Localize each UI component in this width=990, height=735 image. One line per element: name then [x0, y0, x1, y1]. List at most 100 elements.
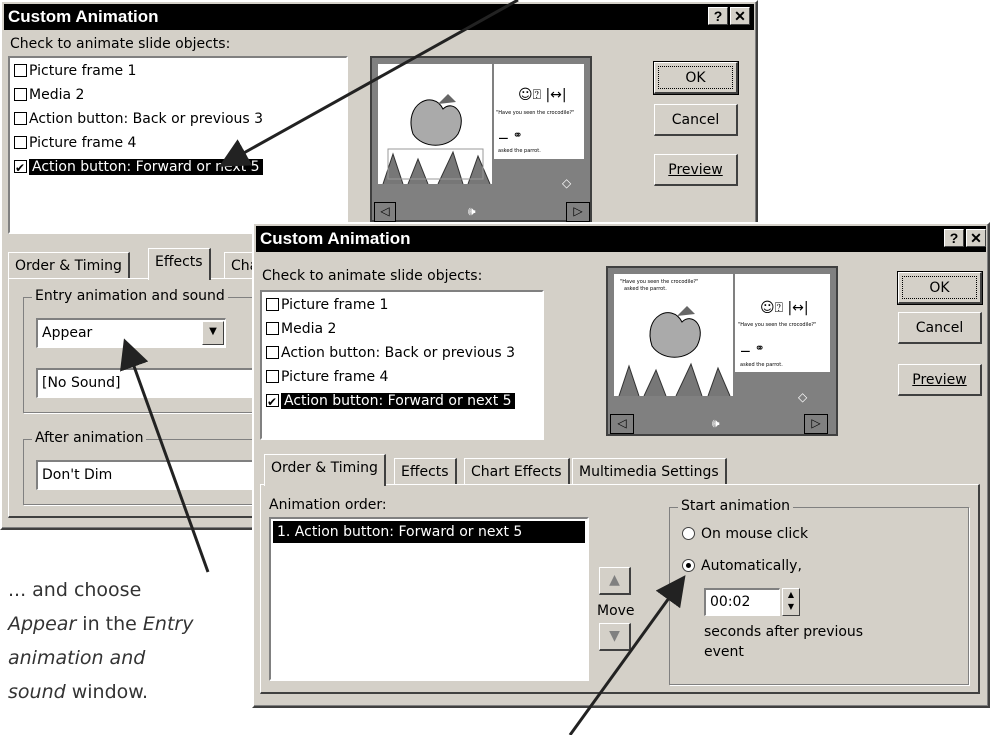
front-tab-effects[interactable]: Effects — [394, 458, 457, 486]
radio-label: On mouse click — [701, 526, 809, 542]
front-tab-multimedia[interactable]: Multimedia Settings — [572, 458, 727, 486]
front-preview-button[interactable]: Preview — [898, 364, 982, 396]
item-label: Picture frame 1 — [29, 63, 137, 79]
move-up-button[interactable]: ▲ — [599, 567, 631, 595]
front-nav-right-icon[interactable]: ▷ — [804, 414, 828, 434]
caption-line: ... and choose — [8, 579, 142, 601]
item-label: Action button: Back or previous 3 — [281, 345, 516, 361]
parrot-illustration: "Have you seen the crocodile?" asked the… — [614, 274, 830, 396]
front-help-button[interactable]: ? — [944, 229, 964, 247]
front-object-item[interactable]: Picture frame 1 — [266, 294, 388, 316]
move-down-button[interactable]: ▼ — [599, 623, 631, 651]
item-label: Action button: Back or previous 3 — [29, 111, 264, 127]
back-tab-order-timing[interactable]: Order & Timing — [8, 252, 130, 280]
checkbox[interactable] — [266, 322, 279, 335]
checkbox[interactable] — [266, 346, 279, 359]
front-object-item-selected[interactable]: Action button: Forward or next 5 — [266, 390, 515, 413]
radio-button[interactable] — [682, 527, 695, 540]
preview-label: Preview — [912, 372, 967, 388]
entry-animation-select[interactable]: Appear ▼ — [36, 318, 226, 348]
front-nav-left-icon[interactable]: ◁ — [610, 414, 634, 434]
seconds-spinner[interactable]: ▲ ▼ — [782, 588, 800, 616]
animation-order-list[interactable]: 1. Action button: Forward or next 5 — [269, 517, 589, 681]
back-object-item[interactable]: Picture frame 1 — [14, 60, 136, 82]
caption-line: in the — [76, 613, 143, 635]
sound-value: [No Sound] — [42, 375, 121, 391]
order-list-item-selected[interactable]: 1. Action button: Forward or next 5 — [273, 521, 585, 543]
front-object-item[interactable]: Media 2 — [266, 318, 336, 340]
play-diamond-icon: ◇ — [562, 176, 572, 190]
svg-text:"Have you seen the crocodil: "Have you seen the crocodile?" — [738, 322, 816, 328]
back-nav-right-icon[interactable]: ▷ — [566, 202, 590, 222]
svg-text:asked the parrot.: asked the parrot. — [740, 362, 783, 368]
entry-animation-value: Appear — [42, 325, 93, 341]
start-animation-group: Start animation On mouse click Automatic… — [669, 498, 969, 685]
chevron-down-icon[interactable]: ▼ — [202, 321, 224, 345]
front-ok-button[interactable]: OK — [897, 271, 983, 305]
speaker-icon: 🕪 — [468, 204, 476, 218]
back-ok-button[interactable]: OK — [653, 61, 739, 95]
after-animation-value: Don't Dim — [42, 467, 113, 483]
back-close-button[interactable]: ✕ — [730, 7, 750, 25]
front-slide-preview: "Have you seen the crocodile?" asked the… — [606, 266, 838, 436]
start-animation-legend: Start animation — [678, 498, 794, 514]
svg-text:asked the parrot.: asked the parrot. — [624, 286, 667, 292]
checkbox[interactable] — [14, 112, 27, 125]
radio-button[interactable] — [682, 559, 695, 572]
checkbox[interactable] — [266, 370, 279, 383]
checkbox[interactable] — [14, 88, 27, 101]
parrot-illustration: ☺⍰ |↔| "Have you seen the crocodile?" ⚊ … — [378, 64, 584, 184]
front-objects-list[interactable]: Picture frame 1 Media 2 Action button: B… — [260, 290, 544, 440]
item-label: Action button: Forward or next 5 — [281, 393, 515, 409]
slide-thumbnail: "Have you seen the crocodile?" asked the… — [614, 274, 830, 396]
svg-text:☺⍰ |↔|: ☺⍰ |↔| — [760, 300, 809, 316]
svg-text:⚊ ⚭: ⚊ ⚭ — [498, 128, 523, 142]
back-objects-label: Check to animate slide objects: — [10, 36, 231, 52]
back-cancel-button[interactable]: Cancel — [654, 104, 738, 136]
back-nav-left-icon[interactable]: ◁ — [374, 202, 396, 222]
back-object-item[interactable]: Picture frame 4 — [14, 132, 136, 154]
svg-text:☺⍰ |↔|: ☺⍰ |↔| — [518, 87, 567, 103]
front-tab-chart-effects[interactable]: Chart Effects — [464, 458, 570, 486]
play-diamond-icon: ◇ — [798, 390, 808, 404]
item-label: Media 2 — [29, 87, 85, 103]
item-label: Picture frame 1 — [281, 297, 389, 313]
back-preview-button[interactable]: Preview — [654, 154, 738, 186]
back-help-button[interactable]: ? — [708, 7, 728, 25]
caption-em: sound — [8, 681, 66, 703]
entry-animation-legend: Entry animation and sound — [32, 288, 228, 304]
slide-thumbnail: ☺⍰ |↔| "Have you seen the crocodile?" ⚊ … — [378, 64, 584, 184]
checkbox[interactable] — [14, 64, 27, 77]
front-close-button[interactable]: ✕ — [966, 229, 986, 247]
animation-order-label: Animation order: — [269, 497, 387, 513]
caption-text: ... and choose Appear in the Entry anima… — [8, 573, 248, 709]
back-object-item[interactable]: Action button: Back or previous 3 — [14, 108, 263, 130]
checkbox[interactable] — [266, 298, 279, 311]
back-object-item-selected[interactable]: Action button: Forward or next 5 — [14, 156, 263, 179]
radio-on-mouse-click[interactable]: On mouse click — [682, 526, 808, 542]
checkbox[interactable] — [266, 391, 279, 413]
svg-text:"Have you seen the crocodile?": "Have you seen the crocodile?" — [620, 279, 698, 285]
item-label: Picture frame 4 — [281, 369, 389, 385]
seconds-value: 00:02 — [710, 594, 751, 610]
front-cancel-button[interactable]: Cancel — [898, 312, 982, 344]
checkbox[interactable] — [14, 136, 27, 149]
front-object-item[interactable]: Picture frame 4 — [266, 366, 388, 388]
back-objects-list[interactable]: Picture frame 1 Media 2 Action button: B… — [8, 56, 348, 234]
back-dialog-title: Custom Animation ? ✕ — [4, 4, 754, 30]
front-dialog-title: Custom Animation ? ✕ — [256, 226, 986, 252]
front-tab-order-timing[interactable]: Order & Timing — [264, 454, 386, 486]
checkbox[interactable] — [14, 157, 27, 179]
caption-line: window. — [65, 681, 149, 703]
back-object-item[interactable]: Media 2 — [14, 84, 84, 106]
speaker-icon: 🕪 — [712, 416, 720, 430]
back-tab-effects[interactable]: Effects — [148, 248, 211, 280]
radio-automatically[interactable]: Automatically, — [682, 558, 802, 574]
item-label: Media 2 — [281, 321, 337, 337]
front-object-item[interactable]: Action button: Back or previous 3 — [266, 342, 515, 364]
radio-label: Automatically, — [701, 558, 802, 574]
preview-label: Preview — [668, 162, 723, 178]
item-label: Picture frame 4 — [29, 135, 137, 151]
front-dialog: Custom Animation ? ✕ Check to animate sl… — [252, 222, 990, 708]
seconds-input[interactable]: 00:02 — [704, 588, 780, 616]
